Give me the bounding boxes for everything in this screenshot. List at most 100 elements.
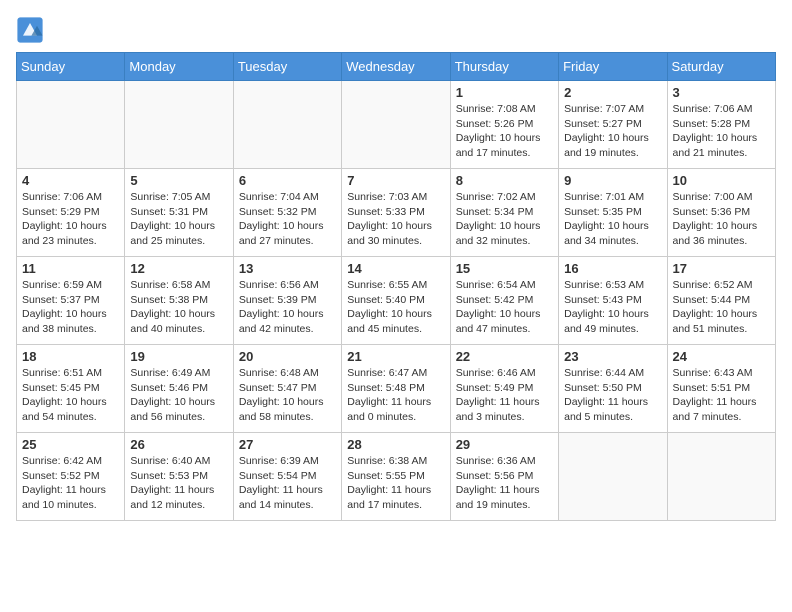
day-number: 28 bbox=[347, 437, 444, 452]
day-number: 16 bbox=[564, 261, 661, 276]
calendar-cell: 7 Sunrise: 7:03 AMSunset: 5:33 PMDaylight… bbox=[342, 169, 450, 257]
day-number: 4 bbox=[22, 173, 119, 188]
column-header-tuesday: Tuesday bbox=[233, 53, 341, 81]
calendar-cell: 26Sunrise: 6:40 AMSunset: 5:53 PMDayligh… bbox=[125, 433, 233, 521]
calendar-cell: 17 Sunrise: 6:52 AMSunset: 5:44 PMDayligh… bbox=[667, 257, 775, 345]
column-header-saturday: Saturday bbox=[667, 53, 775, 81]
day-number: 29 bbox=[456, 437, 553, 452]
calendar-cell bbox=[342, 81, 450, 169]
calendar-week-1: 1Sunrise: 7:08 AMSunset: 5:26 PMDaylight… bbox=[17, 81, 776, 169]
calendar-cell: 24 Sunrise: 6:43 AMSunset: 5:51 PMDayligh… bbox=[667, 345, 775, 433]
day-info: Sunrise: 6:48 AMSunset: 5:47 PMDaylight:… bbox=[239, 366, 336, 425]
day-info: Sunrise: 6:56 AMSunset: 5:39 PMDaylight:… bbox=[239, 278, 336, 337]
calendar-cell: 16 Sunrise: 6:53 AMSunset: 5:43 PMDayligh… bbox=[559, 257, 667, 345]
day-info: Sunrise: 6:53 AMSunset: 5:43 PMDaylight:… bbox=[564, 278, 661, 337]
day-number: 27 bbox=[239, 437, 336, 452]
calendar-cell: 14 Sunrise: 6:55 AMSunset: 5:40 PMDayligh… bbox=[342, 257, 450, 345]
day-info: Sunrise: 6:58 AMSunset: 5:38 PMDaylight:… bbox=[130, 278, 227, 337]
logo-icon bbox=[16, 16, 44, 44]
day-info: Sunrise: 6:39 AMSunset: 5:54 PMDaylight:… bbox=[239, 454, 336, 513]
column-header-monday: Monday bbox=[125, 53, 233, 81]
calendar-cell: 18 Sunrise: 6:51 AMSunset: 5:45 PMDayligh… bbox=[17, 345, 125, 433]
calendar-cell: 28 Sunrise: 6:38 AMSunset: 5:55 PMDayligh… bbox=[342, 433, 450, 521]
day-number: 5 bbox=[130, 173, 227, 188]
day-info: Sunrise: 6:54 AMSunset: 5:42 PMDaylight:… bbox=[456, 278, 553, 337]
calendar-week-3: 11 Sunrise: 6:59 AMSunset: 5:37 PMDayligh… bbox=[17, 257, 776, 345]
day-info: Sunrise: 6:49 AMSunset: 5:46 PMDaylight:… bbox=[130, 366, 227, 425]
day-info: Sunrise: 7:05 AMSunset: 5:31 PMDaylight:… bbox=[130, 190, 227, 249]
day-number: 22 bbox=[456, 349, 553, 364]
column-header-wednesday: Wednesday bbox=[342, 53, 450, 81]
calendar-cell: 29 Sunrise: 6:36 AMSunset: 5:56 PMDayligh… bbox=[450, 433, 558, 521]
calendar-week-5: 25 Sunrise: 6:42 AMSunset: 5:52 PMDayligh… bbox=[17, 433, 776, 521]
day-info: Sunrise: 6:44 AMSunset: 5:50 PMDaylight:… bbox=[564, 366, 661, 425]
day-info: Sunrise: 7:03 AMSunset: 5:33 PMDaylight:… bbox=[347, 190, 444, 249]
calendar-cell: 4 Sunrise: 7:06 AMSunset: 5:29 PMDaylight… bbox=[17, 169, 125, 257]
calendar-cell: 10 Sunrise: 7:00 AMSunset: 5:36 PMDayligh… bbox=[667, 169, 775, 257]
calendar-cell: 19 Sunrise: 6:49 AMSunset: 5:46 PMDayligh… bbox=[125, 345, 233, 433]
calendar-cell: 12 Sunrise: 6:58 AMSunset: 5:38 PMDayligh… bbox=[125, 257, 233, 345]
day-info: Sunrise: 6:59 AMSunset: 5:37 PMDaylight:… bbox=[22, 278, 119, 337]
calendar-cell: 3 Sunrise: 7:06 AMSunset: 5:28 PMDaylight… bbox=[667, 81, 775, 169]
day-info: Sunrise: 6:36 AMSunset: 5:56 PMDaylight:… bbox=[456, 454, 553, 513]
calendar-cell: 22Sunrise: 6:46 AMSunset: 5:49 PMDayligh… bbox=[450, 345, 558, 433]
day-number: 13 bbox=[239, 261, 336, 276]
day-info: Sunrise: 7:02 AMSunset: 5:34 PMDaylight:… bbox=[456, 190, 553, 249]
calendar-cell: 1Sunrise: 7:08 AMSunset: 5:26 PMDaylight… bbox=[450, 81, 558, 169]
calendar-cell: 9Sunrise: 7:01 AMSunset: 5:35 PMDaylight… bbox=[559, 169, 667, 257]
day-info: Sunrise: 6:51 AMSunset: 5:45 PMDaylight:… bbox=[22, 366, 119, 425]
calendar-cell: 11 Sunrise: 6:59 AMSunset: 5:37 PMDayligh… bbox=[17, 257, 125, 345]
day-number: 18 bbox=[22, 349, 119, 364]
calendar-week-4: 18 Sunrise: 6:51 AMSunset: 5:45 PMDayligh… bbox=[17, 345, 776, 433]
calendar-table: SundayMondayTuesdayWednesdayThursdayFrid… bbox=[16, 52, 776, 521]
day-number: 8 bbox=[456, 173, 553, 188]
calendar-cell: 23Sunrise: 6:44 AMSunset: 5:50 PMDayligh… bbox=[559, 345, 667, 433]
day-info: Sunrise: 6:38 AMSunset: 5:55 PMDaylight:… bbox=[347, 454, 444, 513]
calendar-cell bbox=[17, 81, 125, 169]
day-number: 11 bbox=[22, 261, 119, 276]
day-number: 7 bbox=[347, 173, 444, 188]
calendar-cell: 27 Sunrise: 6:39 AMSunset: 5:54 PMDayligh… bbox=[233, 433, 341, 521]
day-info: Sunrise: 7:06 AMSunset: 5:28 PMDaylight:… bbox=[673, 102, 770, 161]
day-number: 17 bbox=[673, 261, 770, 276]
day-info: Sunrise: 7:01 AMSunset: 5:35 PMDaylight:… bbox=[564, 190, 661, 249]
calendar-cell bbox=[667, 433, 775, 521]
calendar-cell: 21 Sunrise: 6:47 AMSunset: 5:48 PMDayligh… bbox=[342, 345, 450, 433]
day-info: Sunrise: 7:08 AMSunset: 5:26 PMDaylight:… bbox=[456, 102, 553, 161]
day-info: Sunrise: 6:47 AMSunset: 5:48 PMDaylight:… bbox=[347, 366, 444, 425]
calendar-cell: 20 Sunrise: 6:48 AMSunset: 5:47 PMDayligh… bbox=[233, 345, 341, 433]
column-header-thursday: Thursday bbox=[450, 53, 558, 81]
calendar-cell: 13 Sunrise: 6:56 AMSunset: 5:39 PMDayligh… bbox=[233, 257, 341, 345]
day-info: Sunrise: 6:42 AMSunset: 5:52 PMDaylight:… bbox=[22, 454, 119, 513]
column-header-sunday: Sunday bbox=[17, 53, 125, 81]
calendar-cell: 5 Sunrise: 7:05 AMSunset: 5:31 PMDaylight… bbox=[125, 169, 233, 257]
calendar-header-row: SundayMondayTuesdayWednesdayThursdayFrid… bbox=[17, 53, 776, 81]
column-header-friday: Friday bbox=[559, 53, 667, 81]
day-number: 6 bbox=[239, 173, 336, 188]
day-info: Sunrise: 6:40 AMSunset: 5:53 PMDaylight:… bbox=[130, 454, 227, 513]
day-number: 25 bbox=[22, 437, 119, 452]
day-number: 14 bbox=[347, 261, 444, 276]
day-number: 10 bbox=[673, 173, 770, 188]
calendar-cell: 25 Sunrise: 6:42 AMSunset: 5:52 PMDayligh… bbox=[17, 433, 125, 521]
day-number: 21 bbox=[347, 349, 444, 364]
calendar-cell: 2 Sunrise: 7:07 AMSunset: 5:27 PMDaylight… bbox=[559, 81, 667, 169]
day-number: 20 bbox=[239, 349, 336, 364]
day-info: Sunrise: 7:00 AMSunset: 5:36 PMDaylight:… bbox=[673, 190, 770, 249]
calendar-cell bbox=[559, 433, 667, 521]
day-number: 3 bbox=[673, 85, 770, 100]
day-number: 24 bbox=[673, 349, 770, 364]
day-number: 19 bbox=[130, 349, 227, 364]
page-header bbox=[16, 16, 776, 44]
calendar-week-2: 4 Sunrise: 7:06 AMSunset: 5:29 PMDaylight… bbox=[17, 169, 776, 257]
day-number: 12 bbox=[130, 261, 227, 276]
day-info: Sunrise: 7:06 AMSunset: 5:29 PMDaylight:… bbox=[22, 190, 119, 249]
day-info: Sunrise: 6:43 AMSunset: 5:51 PMDaylight:… bbox=[673, 366, 770, 425]
day-info: Sunrise: 6:52 AMSunset: 5:44 PMDaylight:… bbox=[673, 278, 770, 337]
day-info: Sunrise: 7:07 AMSunset: 5:27 PMDaylight:… bbox=[564, 102, 661, 161]
calendar-cell: 6Sunrise: 7:04 AMSunset: 5:32 PMDaylight… bbox=[233, 169, 341, 257]
day-number: 2 bbox=[564, 85, 661, 100]
day-info: Sunrise: 6:55 AMSunset: 5:40 PMDaylight:… bbox=[347, 278, 444, 337]
logo bbox=[16, 16, 48, 44]
calendar-cell bbox=[233, 81, 341, 169]
